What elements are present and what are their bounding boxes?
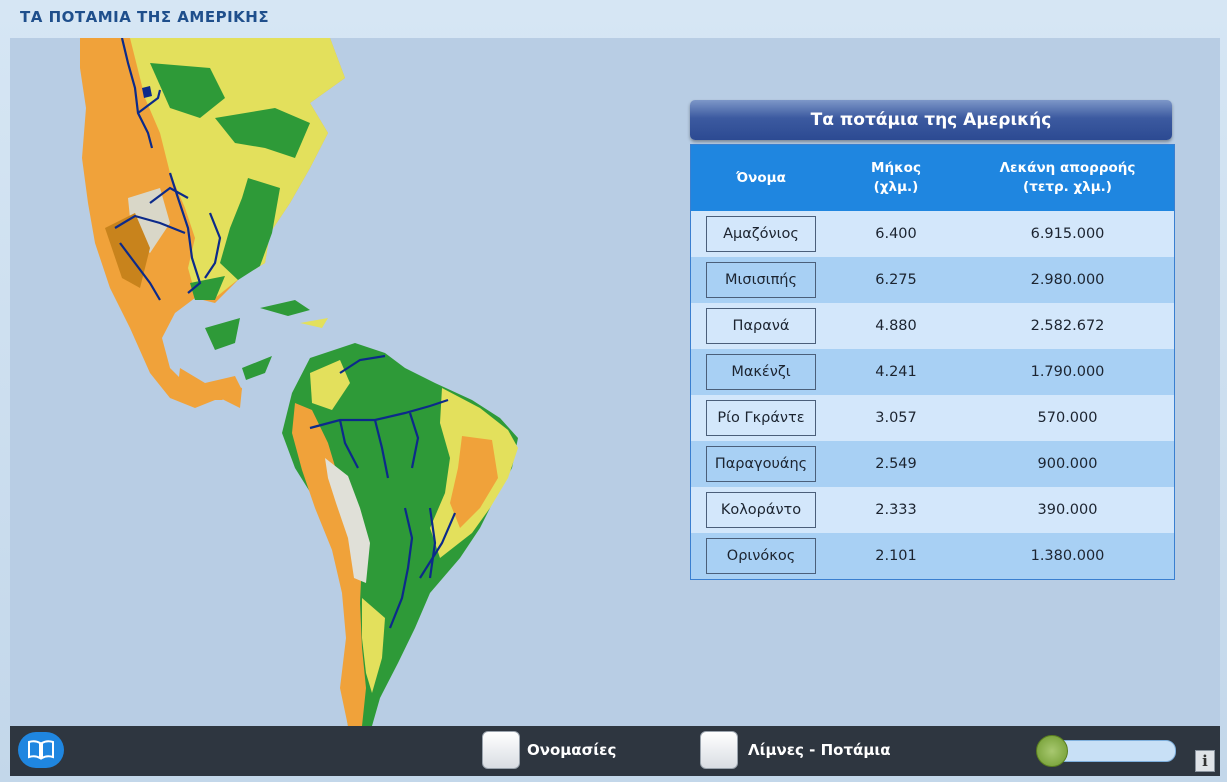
table-row: Μακένζι 4.241 1.790.000 [690, 349, 1175, 395]
north-america [80, 38, 345, 408]
header-name-label: Όνομα [736, 169, 786, 186]
river-name-button[interactable]: Μισισιπής [706, 262, 816, 298]
table-row: Αμαζόνιος 6.400 6.915.000 [690, 211, 1175, 257]
river-basin: 570.000 [961, 395, 1175, 441]
river-name-button[interactable]: Παραγουάης [706, 446, 816, 482]
table-header-row: Όνομα Μήκος (χλμ.) Λεκάνη απορροής (τετρ. … [690, 144, 1175, 211]
book-icon [28, 740, 54, 760]
americas-relief-map[interactable] [10, 38, 690, 726]
south-america [282, 343, 518, 726]
river-length: 4.241 [831, 349, 961, 395]
river-basin: 2.582.672 [961, 303, 1175, 349]
app-window: ΤΑ ΠΟΤΑΜΙΑ ΤΗΣ ΑΜΕΡΙΚΗΣ Τα ποτάμια της Α… [0, 0, 1227, 782]
river-basin: 2.980.000 [961, 257, 1175, 303]
bottom-toolbar: Ονομασίες Λίμνες - Ποτάμια i [10, 726, 1220, 776]
map-stage: Τα ποτάμια της Αμερικής Όνομα Μήκος (χλμ.… [10, 38, 1220, 726]
river-basin: 6.915.000 [961, 211, 1175, 257]
table-row: Ορινόκος 2.101 1.380.000 [690, 533, 1175, 580]
rivers-panel-title: Τα ποτάμια της Αμερικής [690, 100, 1172, 140]
river-name-button[interactable]: Αμαζόνιος [706, 216, 816, 252]
header-basin-line2: (τετρ. χλμ.) [1023, 179, 1112, 195]
rivers-panel: Τα ποτάμια της Αμερικής Όνομα Μήκος (χλμ.… [690, 100, 1176, 580]
river-name-button[interactable]: Κολοράντο [706, 492, 816, 528]
river-length: 6.275 [831, 257, 961, 303]
lakes-rivers-checkbox-label[interactable]: Λίμνες - Ποτάμια [748, 741, 891, 759]
table-row: Παρανά 4.880 2.582.672 [690, 303, 1175, 349]
table-row: Μισισιπής 6.275 2.980.000 [690, 257, 1175, 303]
zoom-slider-handle[interactable] [1036, 735, 1068, 767]
header-name: Όνομα [690, 144, 831, 211]
river-basin: 1.790.000 [961, 349, 1175, 395]
river-name-button[interactable]: Ρίο Γκράντε [706, 400, 816, 436]
header-basin-line1: Λεκάνη απορροής [999, 160, 1136, 176]
river-length: 2.333 [831, 487, 961, 533]
river-basin: 900.000 [961, 441, 1175, 487]
zoom-slider-track[interactable] [1050, 740, 1176, 762]
river-length: 3.057 [831, 395, 961, 441]
river-name-button[interactable]: Ορινόκος [706, 538, 816, 574]
labels-checkbox-label[interactable]: Ονομασίες [527, 741, 616, 759]
river-name-button[interactable]: Μακένζι [706, 354, 816, 390]
river-length: 2.549 [831, 441, 961, 487]
caribbean-islands-2 [300, 318, 328, 328]
table-row: Ρίο Γκράντε 3.057 570.000 [690, 395, 1175, 441]
table-row: Παραγουάης 2.549 900.000 [690, 441, 1175, 487]
river-length: 4.880 [831, 303, 961, 349]
header-basin: Λεκάνη απορροής (τετρ. χλμ.) [961, 144, 1175, 211]
rivers-table: Όνομα Μήκος (χλμ.) Λεκάνη απορροής (τετρ. … [690, 144, 1175, 580]
river-basin: 390.000 [961, 487, 1175, 533]
labels-checkbox[interactable] [482, 731, 520, 769]
book-button[interactable] [18, 732, 64, 768]
lakes-rivers-checkbox[interactable] [700, 731, 738, 769]
header-length-line2: (χλμ.) [873, 179, 919, 195]
river-basin: 1.380.000 [961, 533, 1175, 580]
header-length-line1: Μήκος [871, 160, 921, 176]
app-title: ΤΑ ΠΟΤΑΜΙΑ ΤΗΣ ΑΜΕΡΙΚΗΣ [20, 8, 270, 26]
table-row: Κολοράντο 2.333 390.000 [690, 487, 1175, 533]
info-icon[interactable]: i [1195, 750, 1215, 772]
river-name-button[interactable]: Παρανά [706, 308, 816, 344]
caribbean-islands [260, 300, 310, 316]
river-length: 6.400 [831, 211, 961, 257]
river-length: 2.101 [831, 533, 961, 580]
header-length: Μήκος (χλμ.) [831, 144, 961, 211]
